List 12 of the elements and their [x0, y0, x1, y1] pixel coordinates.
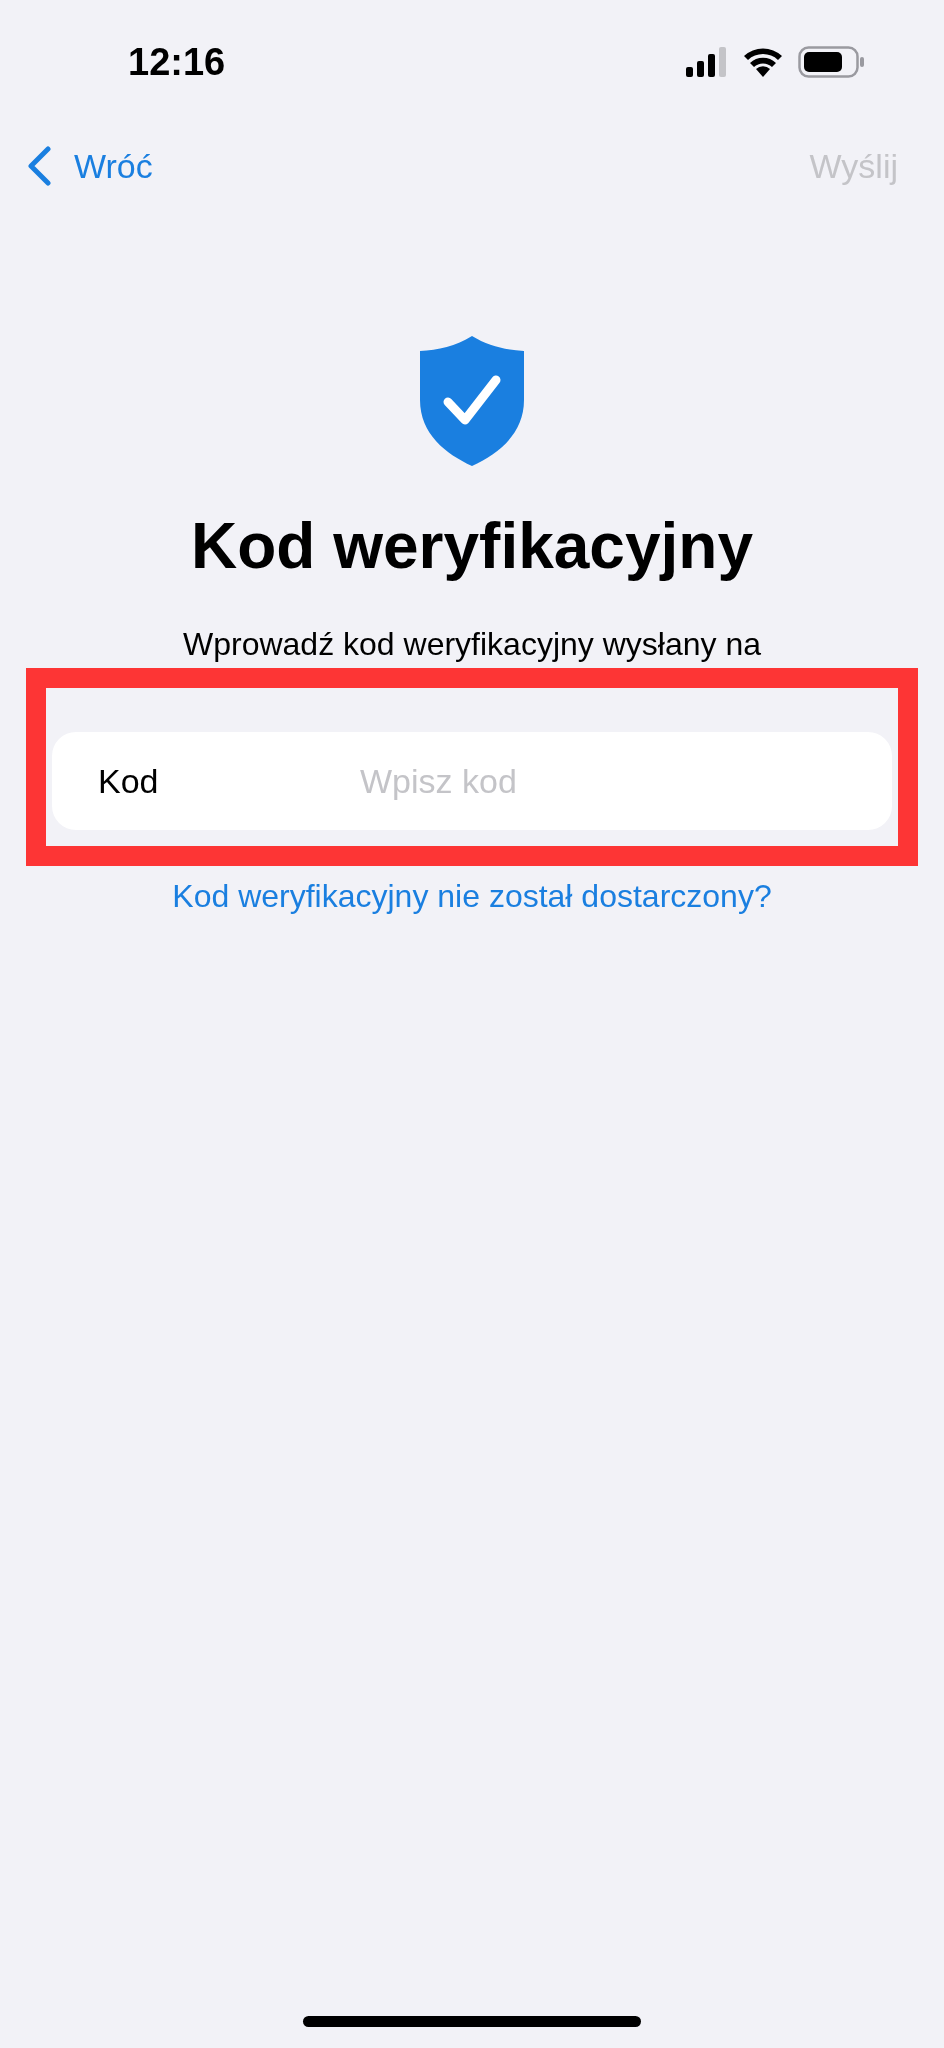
wifi-icon	[742, 47, 784, 77]
chevron-left-icon	[26, 146, 52, 186]
code-input[interactable]: Wpisz kod	[360, 755, 846, 807]
code-field[interactable]: Kod Wpisz kod	[52, 732, 892, 830]
field-label: Kod	[98, 760, 160, 802]
back-button[interactable]: Wróć	[26, 140, 153, 192]
status-time: 12:16	[128, 39, 226, 85]
page-title: Kod weryfikacyjny	[190, 509, 754, 584]
signal-icon	[686, 47, 728, 77]
battery-icon	[798, 46, 864, 78]
instruction-text: Wprowadź kod weryfikacyjny wysłany na	[182, 625, 762, 664]
not-delivered-link[interactable]: Kod weryfikacyjny nie został dostarczony?	[172, 872, 772, 920]
